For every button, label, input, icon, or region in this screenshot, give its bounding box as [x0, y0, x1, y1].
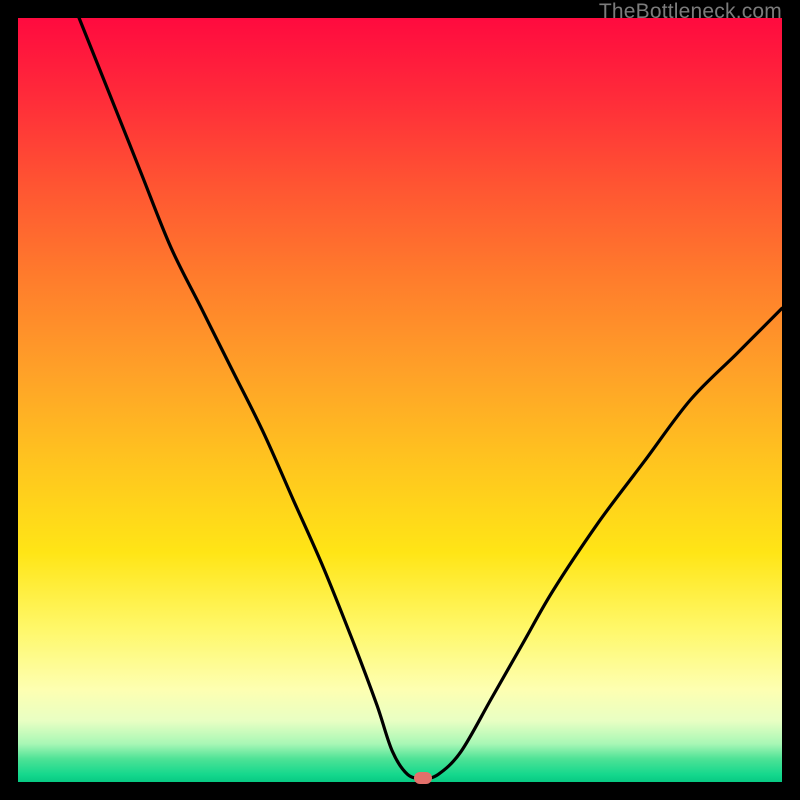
- optimal-point-marker: [414, 772, 432, 784]
- curve-path: [79, 18, 782, 778]
- chart-frame: TheBottleneck.com: [0, 0, 800, 800]
- plot-area: [18, 18, 782, 782]
- bottleneck-curve: [18, 18, 782, 782]
- watermark-text: TheBottleneck.com: [599, 0, 782, 24]
